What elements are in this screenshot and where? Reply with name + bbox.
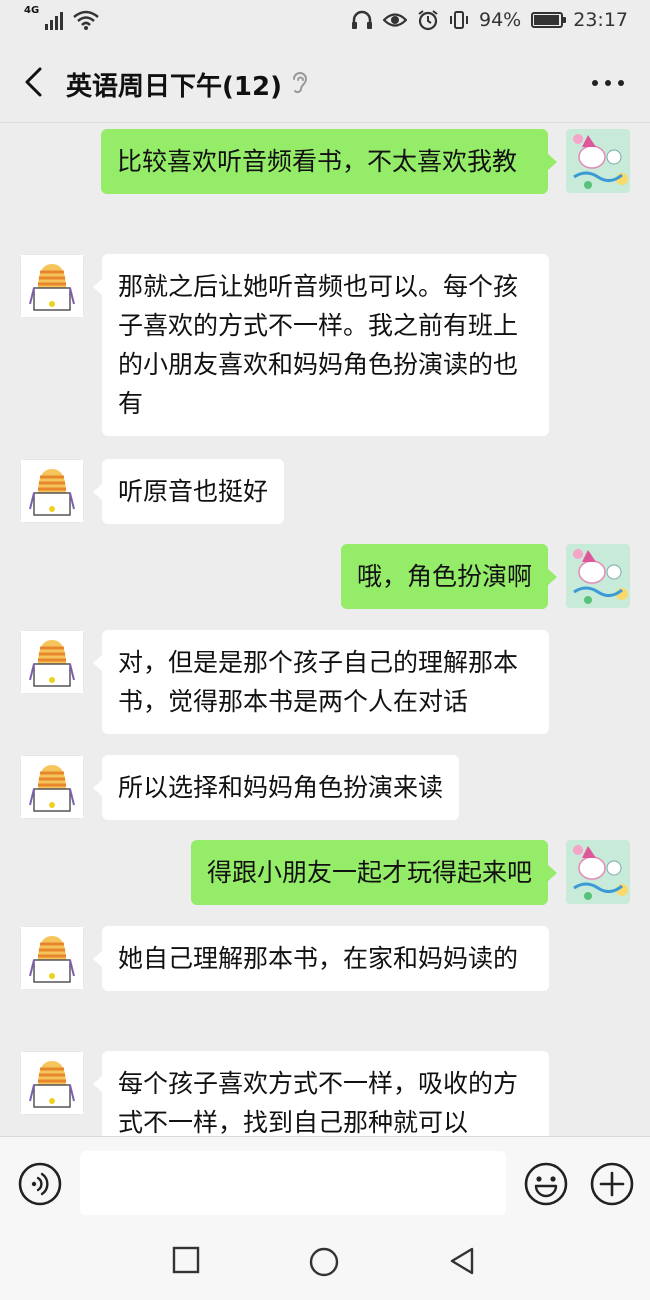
eye-icon [383,13,407,27]
message-bubble-other[interactable]: 所以选择和妈妈角色扮演来读 [92,755,460,820]
message-row: 听原音也挺好 [0,459,650,525]
network-type: 4G [24,5,40,16]
ear-icon [293,72,308,94]
vibrate-icon [450,11,468,29]
self-avatar[interactable] [566,840,630,904]
message-list[interactable]: 比较喜欢听音频看书，不太喜欢我教 那就之后让她听音频也可以。每个孩子喜欢的方式不… [0,123,650,1136]
contact-avatar[interactable] [20,926,84,990]
wifi-icon [73,10,99,30]
status-left: 4G [24,5,99,30]
signal-icon [45,8,64,30]
clock: 23:17 [573,9,628,31]
back-chevron-icon[interactable] [18,64,52,100]
status-right: 94% 23:17 [351,9,628,31]
home-icon[interactable] [308,1246,340,1278]
message-row: 每个孩子喜欢方式不一样，吸收的方式不一样，找到自己那种就可以 [0,1051,650,1136]
contact-avatar[interactable] [20,630,84,694]
message-row: 那就之后让她听音频也可以。每个孩子喜欢的方式不一样。我之前有班上的小朋友喜欢和妈… [0,254,650,440]
contact-avatar[interactable] [20,1051,84,1115]
headphones-icon [352,10,372,29]
system-navigation [0,1230,650,1300]
message-bubble-other[interactable]: 对，但是是那个孩子自己的理解那本书，觉得那本书是两个人在对话 [93,630,549,734]
contact-avatar[interactable] [20,254,84,318]
more-dots-icon[interactable] [592,80,624,86]
status-bar: 4G 94% 23:17 [0,0,650,44]
chat-title: 英语周日下午(12) [66,72,282,102]
message-row: 所以选择和妈妈角色扮演来读 [0,755,650,821]
message-bubble-other[interactable]: 那就之后让她听音频也可以。每个孩子喜欢的方式不一样。我之前有班上的小朋友喜欢和妈… [93,254,549,436]
alarm-icon [418,10,438,31]
emoji-icon[interactable] [523,1161,569,1207]
message-row: 比较喜欢听音频看书，不太喜欢我教 [0,129,650,235]
voice-icon[interactable] [17,1161,63,1207]
message-row: 得跟小朋友一起才玩得起来吧 [0,840,650,906]
battery-icon [531,12,567,28]
message-bubble-other[interactable]: 每个孩子喜欢方式不一样，吸收的方式不一样，找到自己那种就可以 [93,1051,549,1136]
contact-avatar[interactable] [20,755,84,819]
message-bubble-self[interactable]: 比较喜欢听音频看书，不太喜欢我教 [101,129,557,194]
contact-avatar[interactable] [20,459,84,523]
chat-header: 英语周日下午(12) [0,44,650,123]
recent-apps-icon[interactable] [172,1246,200,1274]
message-row: 对，但是是那个孩子自己的理解那本书，觉得那本书是两个人在对话 [0,630,650,736]
message-bubble-other[interactable]: 听原音也挺好 [92,459,285,524]
message-row: 哦，角色扮演啊 [0,544,650,610]
battery-fill [534,15,559,25]
message-bubble-self[interactable]: 得跟小朋友一起才玩得起来吧 [190,840,558,905]
plus-icon[interactable] [589,1161,635,1207]
battery-percent: 94% [479,9,522,31]
message-bubble-other[interactable]: 她自己理解那本书，在家和妈妈读的 [93,926,549,991]
input-bar [0,1136,650,1231]
back-triangle-icon[interactable] [448,1246,476,1276]
message-input[interactable] [80,1151,506,1215]
self-avatar[interactable] [566,129,630,193]
message-bubble-self[interactable]: 哦，角色扮演啊 [340,544,558,609]
self-avatar[interactable] [566,544,630,608]
message-row: 她自己理解那本书，在家和妈妈读的 [0,926,650,1032]
